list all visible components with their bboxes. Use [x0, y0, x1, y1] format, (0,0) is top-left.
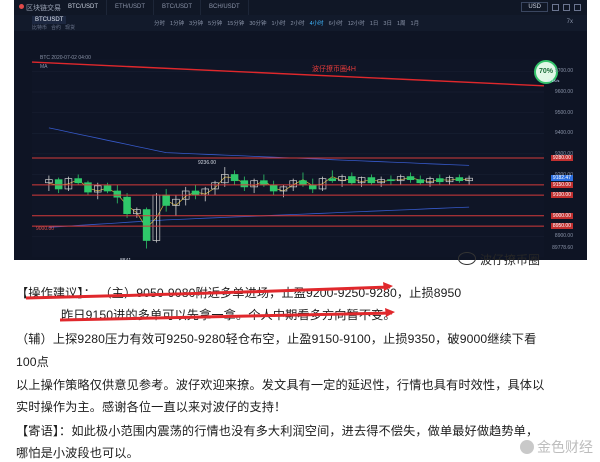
red-underline-overlay — [25, 282, 395, 322]
brand-icon — [520, 440, 534, 454]
brand-logo: 金色财经 — [520, 437, 593, 457]
red-underline-1 — [25, 285, 391, 300]
red-arrowhead-2 — [385, 308, 395, 317]
red-underline-2 — [59, 311, 393, 322]
brand-name: 金色财经 — [537, 439, 593, 455]
red-arrowhead-1 — [383, 282, 393, 291]
